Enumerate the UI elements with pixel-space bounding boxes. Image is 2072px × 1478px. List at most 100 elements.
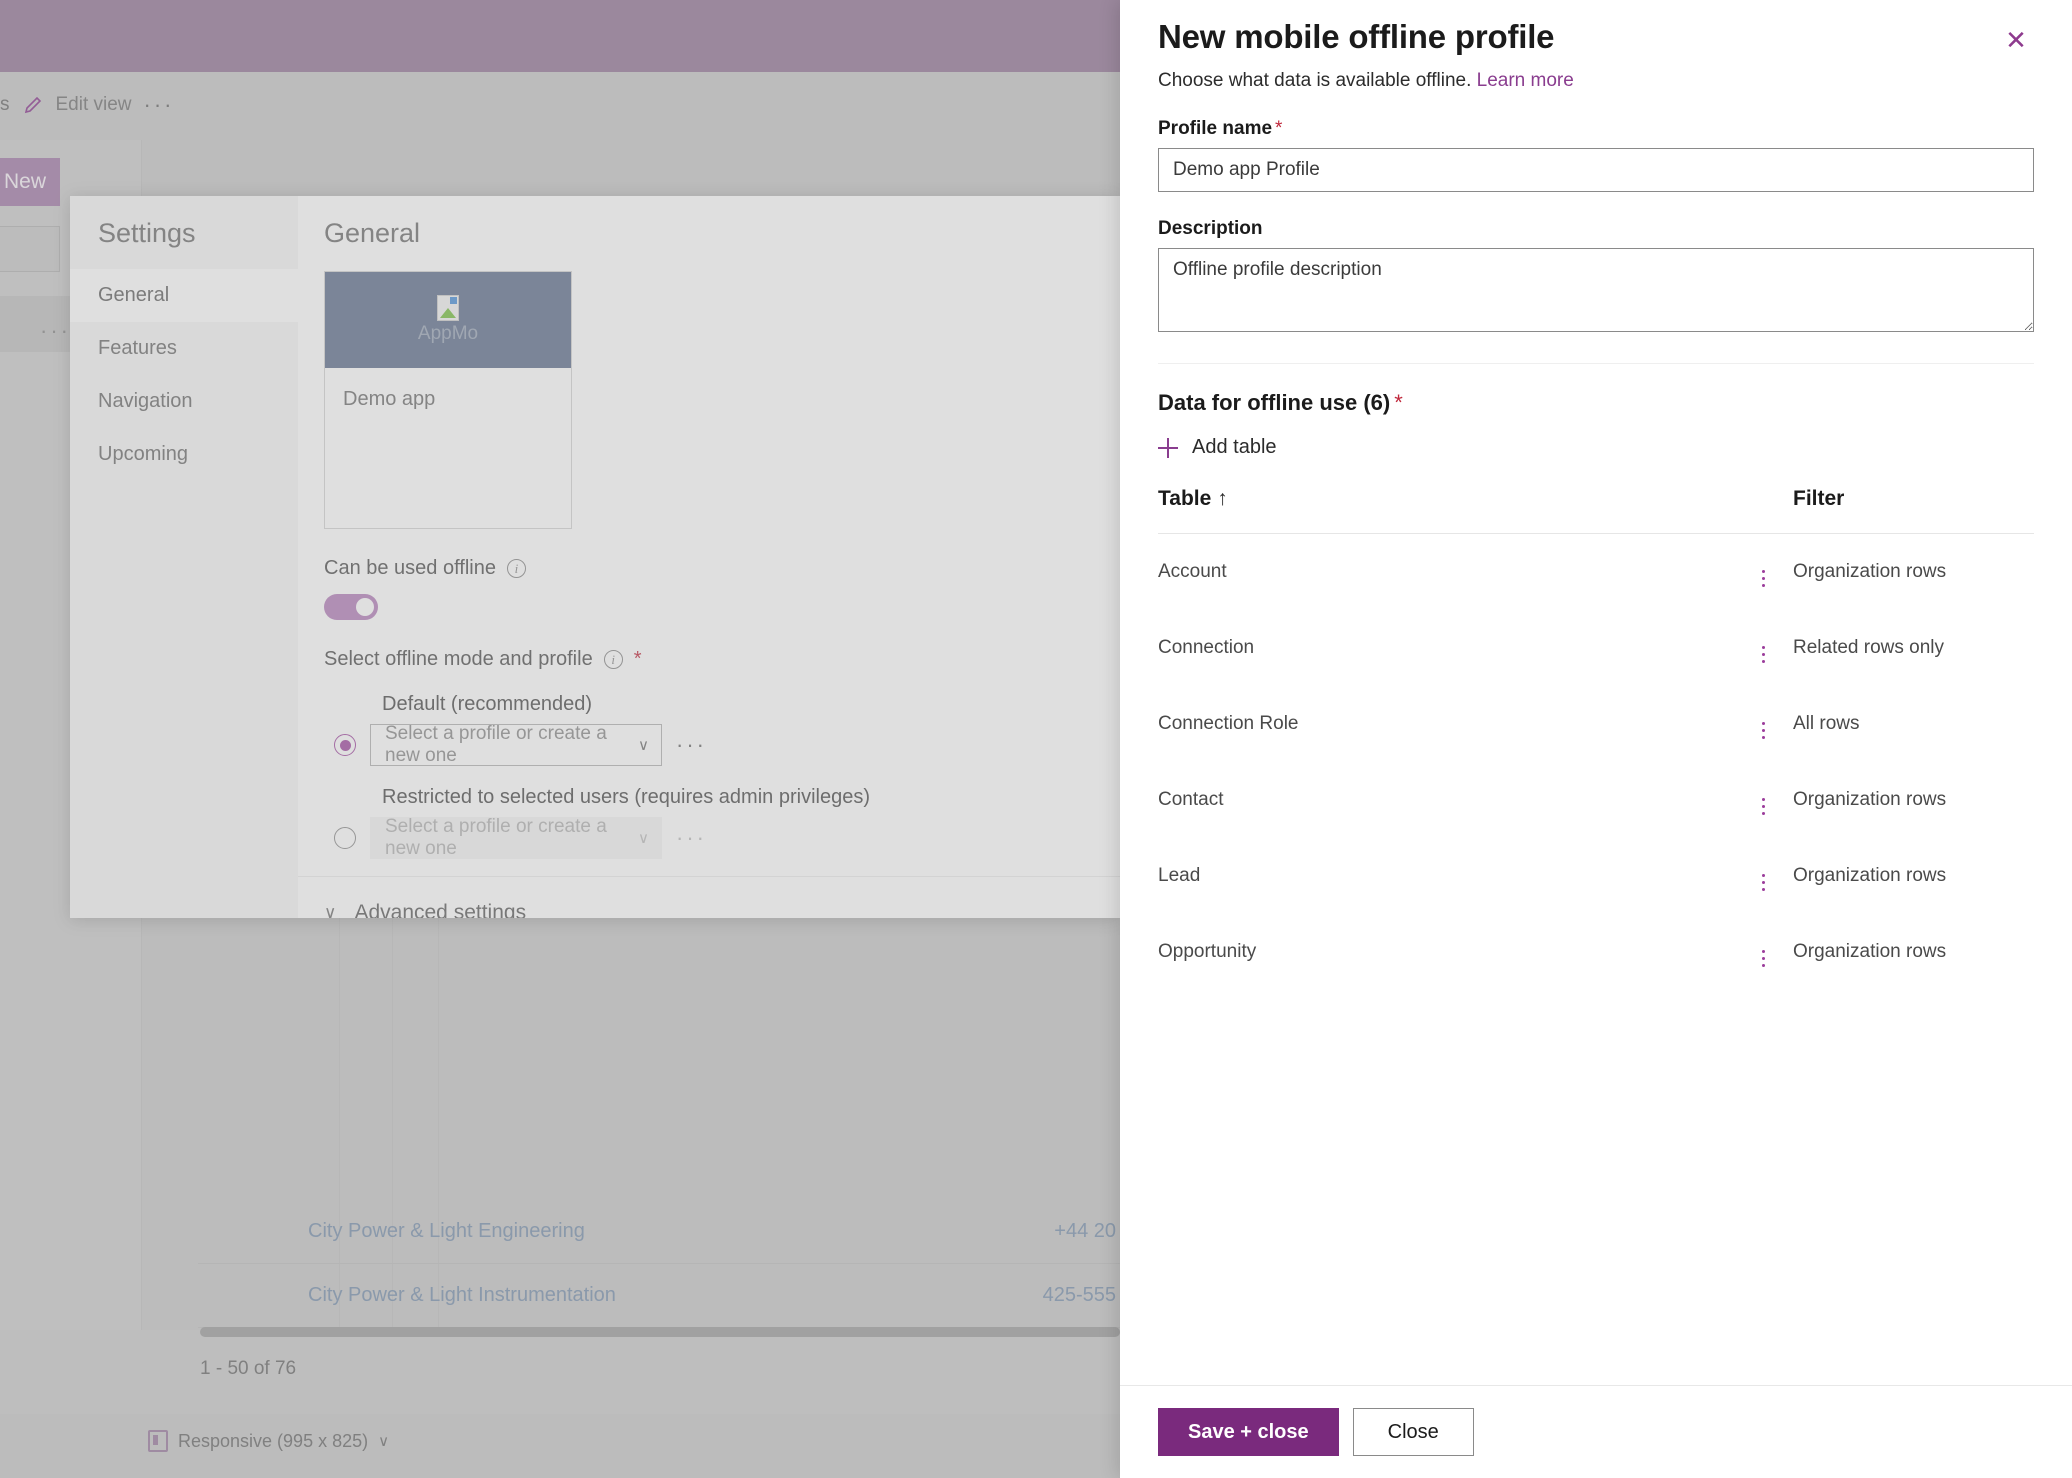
responsive-size-selector[interactable]: Responsive (995 x 825) ∨	[148, 1430, 389, 1452]
new-button[interactable]: New	[0, 158, 60, 206]
chevron-down-icon: ∨	[638, 737, 649, 754]
table-row[interactable]: Account Organization rows	[1158, 534, 2034, 611]
default-profile-overflow-icon[interactable]: ···	[676, 732, 707, 758]
sort-ascending-icon: ↑	[1217, 487, 1228, 510]
toggle-knob	[356, 598, 374, 616]
page-title: General	[324, 218, 421, 248]
offline-mode-label-row: Select offline mode and profile i *	[324, 648, 1120, 671]
list-item[interactable]: City Power & Light Instrumentation 425-5…	[198, 1264, 1120, 1328]
cell-table-name: Contact	[1158, 789, 1224, 810]
info-icon[interactable]: i	[506, 559, 526, 578]
column-header-table-label: Table	[1158, 487, 1212, 510]
more-options-icon	[1761, 722, 1765, 739]
chevron-down-icon[interactable]: ∨	[378, 1432, 389, 1450]
list-item[interactable]: City Power & Light Engineering +44 20	[198, 1200, 1120, 1264]
cell-table-name: Opportunity	[1158, 941, 1257, 962]
settings-title: Settings	[98, 218, 196, 248]
column-header-table[interactable]: Table ↑	[1158, 487, 1733, 534]
offline-toggle-label: Can be used offline	[324, 557, 496, 579]
row-more-options-button[interactable]	[1733, 686, 1793, 762]
row-more-options-button[interactable]	[1733, 762, 1793, 838]
cell-table-name: Connection Role	[1158, 713, 1299, 734]
screen-root: s Edit view ··· ··· New Dynamics 365 Dem…	[0, 0, 2072, 1478]
offline-tables-table: Table ↑ Filter Account Organization rows …	[1158, 487, 2034, 990]
panel-header: New mobile offline profile ✕	[1158, 18, 2034, 58]
app-tile-name: Demo app	[343, 388, 436, 410]
offline-toggle-label-row: Can be used offline i	[324, 557, 1120, 580]
edit-view-label: Edit view	[55, 94, 132, 115]
panel-subtitle-text: Choose what data is available offline.	[1158, 70, 1472, 91]
sidebar-item-general[interactable]: General	[70, 269, 298, 322]
advanced-settings-label: Advanced settings	[354, 901, 527, 918]
more-options-icon	[1761, 950, 1765, 967]
search-input[interactable]	[0, 226, 60, 272]
table-header-row: Table ↑ Filter	[1158, 487, 2034, 534]
close-icon[interactable]: ✕	[1998, 22, 2034, 58]
sidebar-item-upcoming[interactable]: Upcoming	[70, 428, 298, 481]
toolbar-truncated-label: s	[0, 94, 10, 115]
chevron-down-icon: ∨	[324, 903, 337, 918]
radio-restricted[interactable]	[334, 827, 356, 849]
toolbar-overflow-icon[interactable]: ···	[144, 92, 175, 118]
restricted-profile-overflow-icon: ···	[676, 825, 707, 850]
browser-purple-band	[0, 0, 1120, 72]
table-row[interactable]: Lead Organization rows	[1158, 838, 2034, 914]
panel-subtitle: Choose what data is available offline. L…	[1158, 70, 2034, 92]
pencil-icon	[22, 94, 44, 116]
more-options-icon	[1761, 646, 1765, 663]
cell-filter: Organization rows	[1793, 561, 1947, 582]
offline-mode-radio-group: Default (recommended) Select a profile o…	[324, 693, 1120, 859]
account-name[interactable]: City Power & Light Instrumentation	[308, 1284, 616, 1307]
column-header-filter[interactable]: Filter	[1793, 487, 2034, 534]
add-table-button[interactable]: Add table	[1158, 436, 2034, 459]
account-phone: +44 20	[1054, 1220, 1116, 1242]
row-more-options-button[interactable]	[1733, 838, 1793, 914]
panel-divider	[1158, 363, 2034, 364]
can-be-used-offline-toggle[interactable]	[324, 594, 378, 620]
edit-view-command[interactable]: s Edit view ···	[0, 92, 175, 118]
radio-label-default: Default (recommended)	[382, 693, 593, 715]
restricted-profile-combo: Select a profile or create a new one ∨	[370, 816, 662, 859]
account-name[interactable]: City Power & Light Engineering	[308, 1220, 585, 1243]
account-phone: 425-555	[1042, 1284, 1116, 1306]
close-button[interactable]: Close	[1352, 1408, 1474, 1456]
account-list: City Power & Light Engineering +44 20 Ci…	[198, 1200, 1120, 1328]
default-profile-combo[interactable]: Select a profile or create a new one ∨	[370, 723, 662, 766]
sidebar-item-navigation[interactable]: Navigation	[70, 375, 298, 428]
row-more-options-button[interactable]	[1733, 914, 1793, 990]
radio-label-restricted: Restricted to selected users (requires a…	[382, 786, 870, 808]
sidebar-item-features[interactable]: Features	[70, 322, 298, 375]
required-indicator: *	[633, 648, 642, 670]
cell-filter: Organization rows	[1793, 865, 1947, 886]
horizontal-scrollbar[interactable]	[200, 1327, 1120, 1337]
advanced-settings-toggle[interactable]: ∨ Advanced settings	[324, 901, 1120, 918]
offline-mode-label: Select offline mode and profile	[324, 648, 593, 670]
app-preview-tile: AppMo Demo app	[324, 271, 572, 529]
required-indicator: *	[1275, 118, 1283, 139]
table-row[interactable]: Connection Role All rows	[1158, 686, 2034, 762]
table-row[interactable]: Opportunity Organization rows	[1158, 914, 2034, 990]
description-label: Description	[1158, 218, 1263, 239]
required-indicator: *	[1394, 390, 1403, 415]
rail-overflow-icon[interactable]: ···	[40, 318, 71, 344]
profile-name-input[interactable]	[1158, 148, 2034, 192]
table-row[interactable]: Connection Related rows only	[1158, 610, 2034, 686]
add-table-label: Add table	[1192, 436, 1277, 458]
row-more-options-button[interactable]	[1733, 534, 1793, 611]
settings-dialog: Settings General Features Navigation Upc…	[70, 196, 1120, 918]
plus-icon	[1158, 437, 1178, 458]
learn-more-link[interactable]: Learn more	[1477, 70, 1574, 91]
cell-filter: Organization rows	[1793, 789, 1947, 810]
save-and-close-button[interactable]: Save + close	[1158, 1408, 1339, 1456]
settings-content: General AppMo Demo app Can be used offli…	[298, 196, 1120, 918]
profile-name-label-text: Profile name	[1158, 118, 1273, 139]
info-icon[interactable]: i	[603, 650, 623, 669]
radio-default[interactable]	[334, 734, 356, 756]
data-section-title-text: Data for offline use (6)	[1158, 390, 1391, 415]
row-more-options-button[interactable]	[1733, 610, 1793, 686]
broken-image-alt-text: AppMo	[417, 323, 479, 344]
description-textarea[interactable]	[1158, 248, 2034, 332]
table-row[interactable]: Contact Organization rows	[1158, 762, 2034, 838]
radio-row-restricted: Select a profile or create a new one ∨ ·…	[324, 816, 1120, 859]
cell-filter: Organization rows	[1793, 941, 1947, 962]
